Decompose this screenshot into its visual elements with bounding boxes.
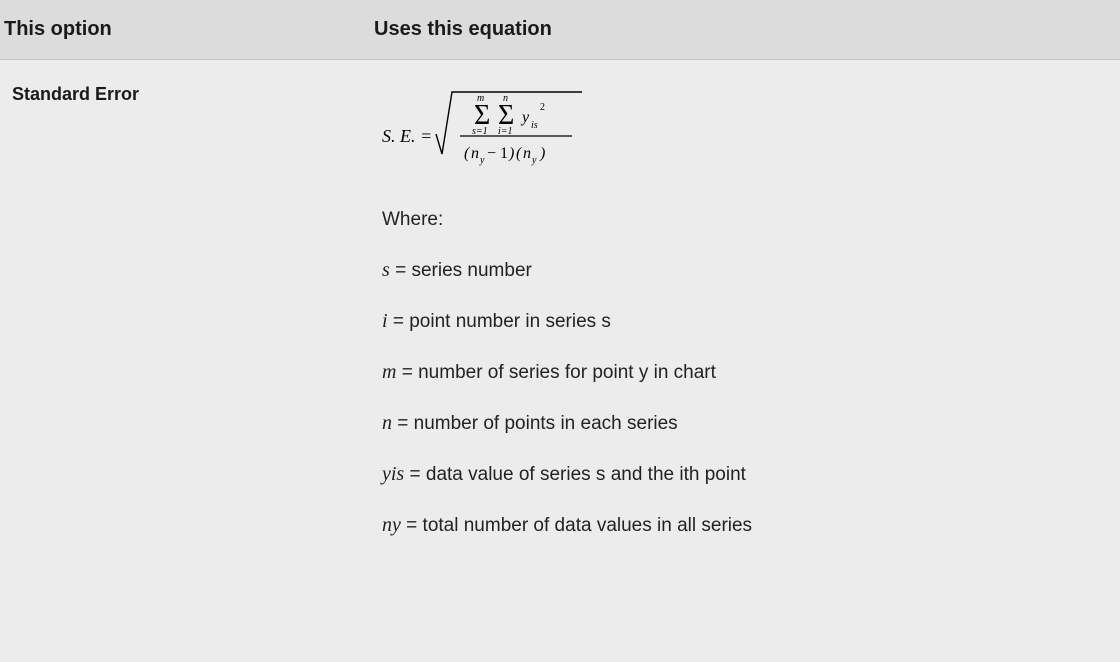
def-line: ny = total number of data values in all … (382, 514, 1120, 537)
def-symbol: ny (382, 514, 401, 536)
def-symbol: m (382, 361, 396, 383)
se-label: S. E. = (382, 126, 432, 146)
def-text: = data value of series s and the ith poi… (404, 464, 746, 485)
equation-cell: S. E. = Σ m s=1 Σ n i=1 y is 2 (382, 84, 1120, 565)
svg-text:): ) (539, 145, 545, 162)
header-option-col: This option (0, 18, 374, 41)
def-text: = number of series for point y in chart (396, 362, 715, 383)
def-symbol: s (382, 259, 390, 281)
svg-text:y: y (531, 155, 537, 166)
def-line: yis = data value of series s and the ith… (382, 463, 1120, 486)
table-header: This option Uses this equation (0, 0, 1120, 60)
svg-text:1: 1 (500, 145, 508, 162)
where-block: Where: s = series number i = point numbe… (382, 209, 1120, 537)
def-text: = point number in series s (388, 311, 611, 332)
term-base: y (520, 109, 530, 126)
sum1-lower: s=1 (472, 126, 488, 137)
svg-text:): ) (508, 145, 514, 162)
denominator: ( n y − 1 ) ( n y ) (464, 145, 545, 166)
where-label: Where: (382, 209, 1120, 231)
option-name: Standard Error (0, 84, 382, 565)
def-symbol: n (382, 412, 392, 434)
term-sub: is (531, 120, 538, 131)
svg-text:n: n (523, 145, 531, 162)
svg-text:y: y (479, 155, 485, 166)
term-sup: 2 (540, 102, 545, 113)
equation-graphic: S. E. = Σ m s=1 Σ n i=1 y is 2 (382, 84, 1120, 179)
sum2-lower: i=1 (498, 126, 513, 137)
svg-text:−: − (487, 145, 496, 162)
svg-text:(: ( (516, 145, 523, 162)
def-text: = total number of data values in all ser… (401, 515, 752, 536)
header-equation-col: Uses this equation (374, 18, 1120, 41)
def-line: n = number of points in each series (382, 412, 1120, 435)
table-row: Standard Error S. E. = Σ m s=1 Σ n i=1 (0, 60, 1120, 565)
def-line: m = number of series for point y in char… (382, 361, 1120, 384)
sum2-upper: n (503, 93, 508, 104)
def-text: = number of points in each series (392, 413, 678, 434)
def-line: i = point number in series s (382, 310, 1120, 333)
def-line: s = series number (382, 259, 1120, 282)
sum1-upper: m (477, 93, 484, 104)
svg-text:(: ( (464, 145, 471, 162)
def-symbol: yis (382, 463, 404, 485)
def-text: = series number (390, 260, 532, 281)
svg-text:n: n (471, 145, 479, 162)
